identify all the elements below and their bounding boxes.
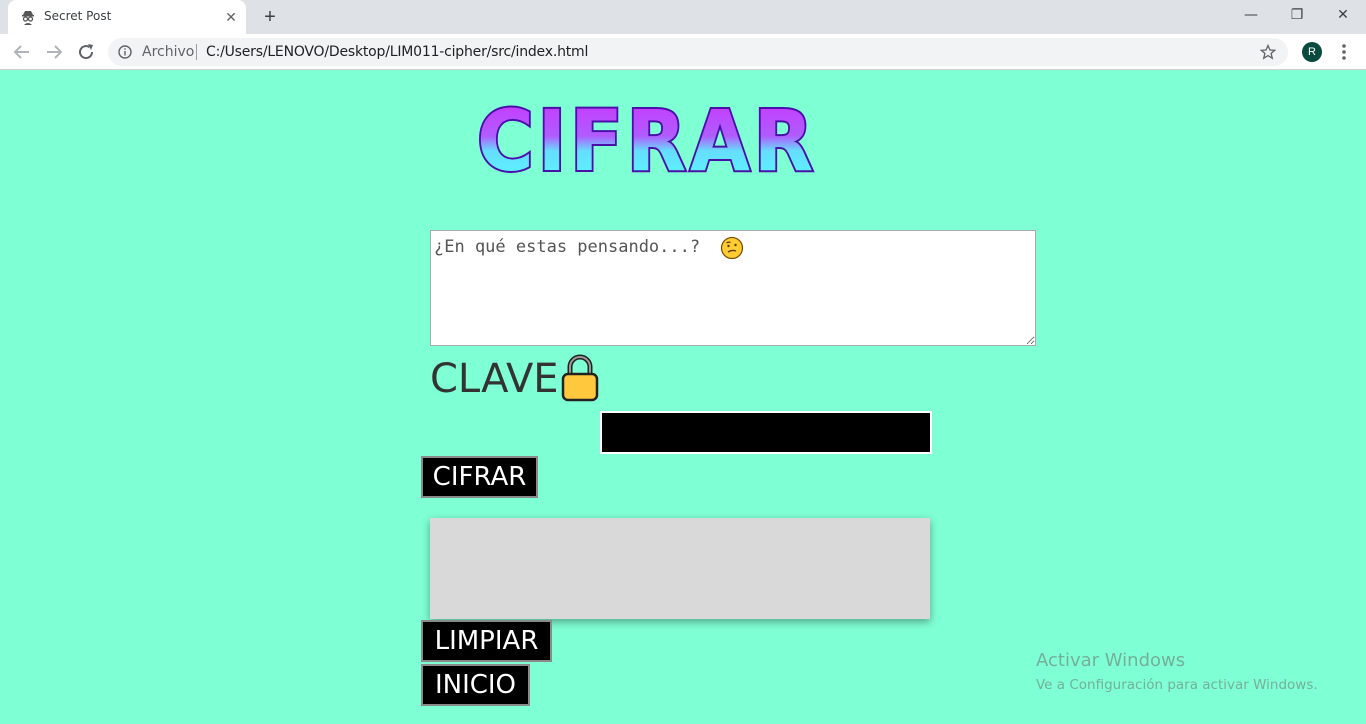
kebab-menu-icon[interactable] <box>1334 41 1354 63</box>
url-text[interactable]: C:/Users/LENOVO/Desktop/LIM011-cipher/sr… <box>206 44 588 60</box>
thinking-face-icon <box>720 236 744 260</box>
page-content: CIFRAR CLAVE CIFRAR LIMPIAR INICIO Activ… <box>0 70 1366 724</box>
forward-arrow-icon[interactable] <box>42 40 66 64</box>
tab-strip: Secret Post ✕ + — ❐ ✕ <box>0 0 1366 34</box>
spy-favicon-icon <box>22 11 34 25</box>
origin-label: Archivo <box>142 44 195 60</box>
encrypt-button[interactable]: CIFRAR <box>421 456 538 498</box>
browser-toolbar: Archivo C:/Users/LENOVO/Desktop/LIM011-c… <box>0 34 1366 70</box>
output-box <box>430 518 930 619</box>
profile-avatar[interactable]: R <box>1302 42 1322 62</box>
tab-close-icon[interactable]: ✕ <box>222 8 240 26</box>
restore-button[interactable]: ❐ <box>1274 0 1320 30</box>
cifrar-logo: CIFRAR <box>475 100 817 180</box>
window-close-button[interactable]: ✕ <box>1320 0 1366 30</box>
info-icon[interactable] <box>118 45 132 59</box>
lock-icon <box>561 354 599 402</box>
key-input[interactable] <box>600 411 932 454</box>
new-tab-button[interactable]: + <box>258 5 282 29</box>
watermark-subtitle: Ve a Configuración para activar Windows. <box>1036 677 1318 693</box>
key-label: CLAVE <box>430 356 559 402</box>
address-bar[interactable]: Archivo C:/Users/LENOVO/Desktop/LIM011-c… <box>108 38 1288 66</box>
back-arrow-icon[interactable] <box>10 40 34 64</box>
minimize-button[interactable]: — <box>1228 0 1274 30</box>
tab-secret-post[interactable]: Secret Post ✕ <box>8 0 246 34</box>
tab-title: Secret Post <box>44 9 112 23</box>
clear-button[interactable]: LIMPIAR <box>421 620 552 662</box>
windows-activation-watermark: Activar Windows Ve a Configuración para … <box>1036 650 1318 693</box>
home-button[interactable]: INICIO <box>421 664 530 706</box>
watermark-title: Activar Windows <box>1036 650 1186 671</box>
omnibox-separator <box>196 44 197 60</box>
reload-icon[interactable] <box>74 40 98 64</box>
logo-text: CIFRAR <box>477 100 817 180</box>
bookmark-star-icon[interactable] <box>1260 44 1276 60</box>
